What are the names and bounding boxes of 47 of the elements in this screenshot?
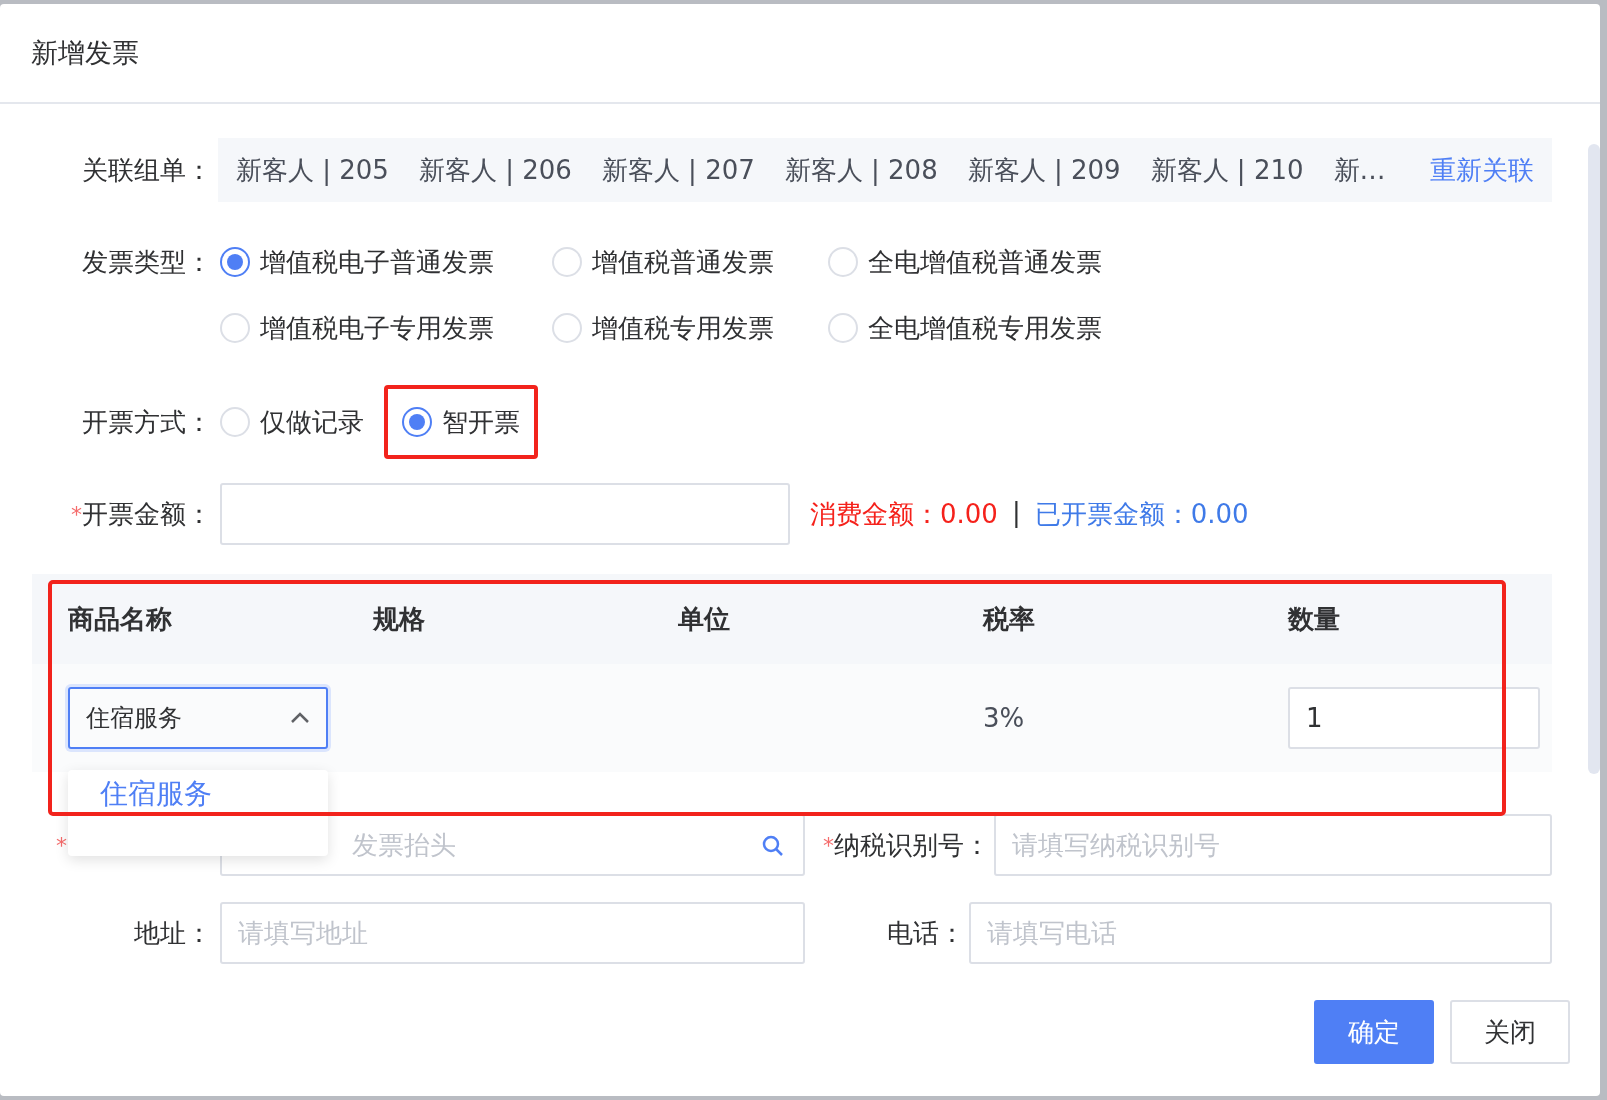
linked-order: 新客人 | 206 xyxy=(418,153,572,188)
field-label: 开票金额： xyxy=(82,497,212,531)
linked-order: 新… xyxy=(1333,153,1386,187)
address-input[interactable]: 请填写地址 xyxy=(220,902,805,964)
radio-option[interactable]: 增值税专用发票 xyxy=(552,306,828,350)
separator: | xyxy=(1011,496,1021,530)
field-label: 电话： xyxy=(887,916,965,950)
tax-id-input[interactable]: 请填写纳税识别号 xyxy=(994,814,1552,876)
field-label: 发票类型： xyxy=(82,245,212,279)
dropdown-option[interactable]: 住宿服务 xyxy=(68,776,328,812)
field-label: 关联组单： xyxy=(82,153,212,187)
radio-option[interactable]: 增值税电子专用发票 xyxy=(220,306,552,350)
column-header: 数量 xyxy=(1288,602,1341,636)
radio-option[interactable]: 全电增值税普通发票 xyxy=(828,240,1102,284)
required-mark: * xyxy=(56,832,67,858)
column-header: 税率 xyxy=(983,602,1036,636)
radio-option[interactable]: 仅做记录 xyxy=(220,400,364,444)
invoiced-amount: 已开票金额：0.00 xyxy=(1034,497,1249,531)
linked-order: 新客人 | 210 xyxy=(1150,153,1304,188)
phone-input[interactable]: 请填写电话 xyxy=(969,902,1552,964)
confirm-button[interactable]: 确定 xyxy=(1314,1000,1434,1064)
field-label: 开票方式： xyxy=(82,405,212,439)
dialog-title: 新增发票 xyxy=(31,36,139,70)
amount-input[interactable] xyxy=(220,483,790,545)
product-select[interactable]: 住宿服务 xyxy=(68,687,328,749)
quantity-input[interactable]: 1 xyxy=(1288,687,1540,749)
required-mark: * xyxy=(823,832,834,858)
column-header: 商品名称 xyxy=(68,602,173,636)
linked-order: 新客人 | 209 xyxy=(967,153,1121,188)
radio-option[interactable]: 全电增值税专用发票 xyxy=(828,306,1102,350)
column-header: 单位 xyxy=(678,602,731,636)
field-label: 地址： xyxy=(134,916,212,950)
linked-order: 新客人 | 208 xyxy=(784,153,938,188)
field-label: 纳税识别号： xyxy=(834,828,990,862)
linked-order: 新客人 | 207 xyxy=(601,153,755,188)
search-icon[interactable] xyxy=(761,834,785,858)
caret-icon xyxy=(290,712,310,724)
consumed-amount: 消费金额：0.00 xyxy=(810,497,998,531)
radio-option[interactable]: 增值税电子普通发票 xyxy=(220,240,552,284)
radio-option[interactable]: 智开票 xyxy=(402,400,520,444)
close-button[interactable]: 关闭 xyxy=(1450,1000,1570,1064)
radio-option[interactable]: 增值税普通发票 xyxy=(552,240,828,284)
table-cell-text: 3% xyxy=(983,703,1026,733)
required-mark: * xyxy=(71,501,82,527)
scrollbar[interactable] xyxy=(1588,144,1600,774)
column-header: 规格 xyxy=(373,602,426,636)
linked-order: 新客人 | 205 xyxy=(236,153,389,188)
